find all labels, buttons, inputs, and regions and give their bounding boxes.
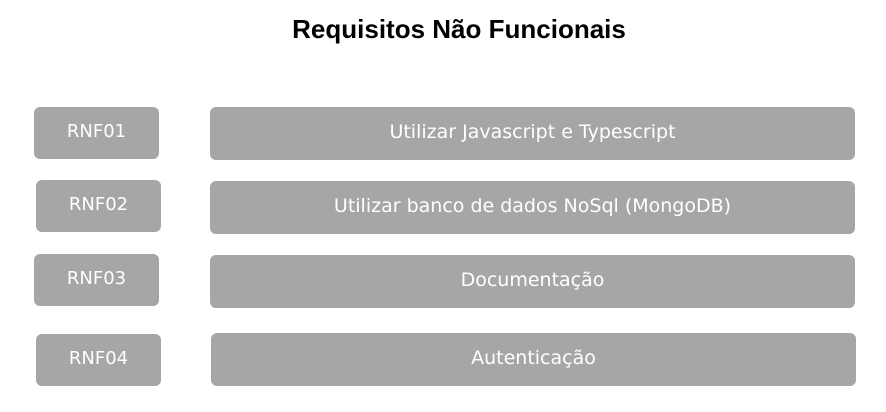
requirement-description-rnf02: Utilizar banco de dados NoSql (MongoDB) — [210, 181, 855, 234]
requirement-description-rnf03: Documentação — [210, 255, 855, 308]
page-title: Requisitos Não Funcionais — [292, 14, 626, 44]
requirement-code-rnf03: RNF03 — [34, 254, 159, 306]
requirement-description-rnf01: Utilizar Javascript e Typescript — [210, 107, 855, 160]
requirement-description-rnf04: Autenticação — [211, 333, 856, 386]
requirement-code-rnf01: RNF01 — [34, 107, 159, 159]
requirement-code-rnf02: RNF02 — [36, 180, 161, 232]
requirement-code-rnf04: RNF04 — [36, 334, 161, 386]
